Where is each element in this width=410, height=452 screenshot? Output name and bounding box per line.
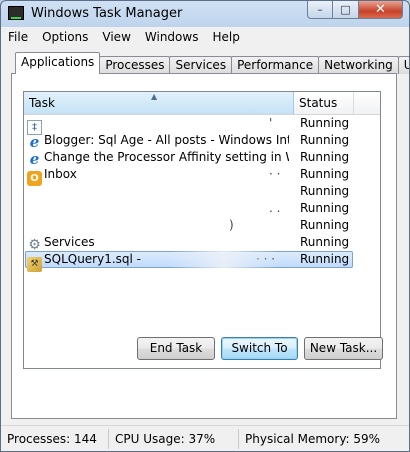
tab-users[interactable]: Users bbox=[397, 56, 409, 74]
task-row[interactable]: ) Running bbox=[24, 217, 380, 234]
task-row[interactable]: O Inbox · · Running bbox=[24, 166, 380, 186]
task-row[interactable]: e Change the Processor Affinity setting i… bbox=[24, 149, 380, 167]
caption-buttons: – □ ✕ bbox=[307, 1, 403, 19]
switch-to-button[interactable]: Switch To bbox=[221, 337, 298, 360]
column-header-filler bbox=[354, 92, 380, 114]
task-manager-app-icon bbox=[8, 6, 24, 20]
task-row[interactable]: ⚒SQLQuery1.sql -· · ·Running bbox=[24, 251, 380, 272]
redaction-blur bbox=[169, 251, 279, 268]
obscured-text-fragment: · · bbox=[269, 167, 281, 181]
status-cpu-usage: CPU Usage: 37% bbox=[109, 429, 239, 449]
task-cell: e Change the Processor Affinity setting i… bbox=[27, 149, 289, 167]
status-cell: Running bbox=[300, 235, 350, 249]
task-row[interactable]: e Blogger: Sql Age - All posts - Windows … bbox=[24, 132, 380, 150]
column-header-task[interactable]: ▲ Task bbox=[24, 92, 294, 114]
sql-icon: ⚒ bbox=[27, 257, 42, 272]
status-cell: Running bbox=[300, 252, 350, 266]
window-title: Windows Task Manager bbox=[31, 6, 183, 21]
close-button[interactable]: ✕ bbox=[359, 1, 403, 19]
list-header: ▲ Task Status bbox=[24, 92, 380, 115]
status-cell: Running bbox=[300, 218, 350, 232]
obscured-text-fragment: ' bbox=[269, 116, 273, 130]
tab-performance[interactable]: Performance bbox=[231, 56, 320, 74]
status-physical-memory: Physical Memory: 59% bbox=[245, 432, 381, 446]
sort-ascending-icon: ▲ bbox=[151, 92, 158, 101]
menu-file[interactable]: File bbox=[1, 27, 35, 47]
status-cell: Running bbox=[300, 201, 350, 215]
title-bar[interactable]: Windows Task Manager – □ ✕ bbox=[1, 1, 409, 27]
ie-icon: e bbox=[29, 133, 40, 150]
menu-bar: File Options View Windows Help bbox=[1, 27, 409, 47]
task-cell: e Blogger: Sql Age - All posts - Windows … bbox=[27, 132, 289, 150]
task-row[interactable]: ⚙ Services Running bbox=[24, 234, 380, 253]
task-manager-window: Windows Task Manager – □ ✕ File Options … bbox=[0, 0, 410, 452]
column-header-status-label: Status bbox=[299, 96, 338, 110]
obscured-text-fragment: . . bbox=[269, 201, 281, 215]
tab-networking[interactable]: Networking bbox=[318, 56, 399, 74]
status-cell: Running bbox=[300, 184, 350, 198]
status-cell: Running bbox=[300, 133, 350, 147]
obscured-text-fragment: ) bbox=[229, 218, 234, 232]
status-cell: Running bbox=[300, 150, 350, 164]
list-rows: ‡ ' Running e Blogger: Sql Age - All posts -… bbox=[24, 115, 380, 272]
tab-applications[interactable]: Applications bbox=[15, 52, 101, 74]
menu-options[interactable]: Options bbox=[35, 27, 95, 47]
menu-help[interactable]: Help bbox=[205, 27, 246, 47]
maximize-button[interactable]: □ bbox=[333, 1, 359, 19]
client-area: Applications Processes Services Performa… bbox=[1, 47, 409, 425]
tab-strip: Applications Processes Services Performa… bbox=[15, 52, 409, 74]
tab-services[interactable]: Services bbox=[169, 56, 233, 74]
menu-windows[interactable]: Windows bbox=[138, 27, 206, 47]
task-name: Change the Processor Affinity setting in… bbox=[44, 150, 289, 164]
ie-icon: e bbox=[29, 150, 40, 167]
task-row[interactable]: . . Running bbox=[24, 200, 380, 217]
task-name: SQLQuery1.sql - bbox=[44, 252, 142, 266]
menu-view[interactable]: View bbox=[95, 27, 137, 47]
task-name: Blogger: Sql Age - All posts - Windows I… bbox=[44, 133, 289, 147]
status-cell: Running bbox=[300, 167, 350, 181]
status-bar: Processes: 144 CPU Usage: 37% Physical M… bbox=[1, 425, 409, 451]
new-task-button[interactable]: New Task... bbox=[304, 337, 383, 360]
column-header-status[interactable]: Status bbox=[294, 92, 354, 114]
column-header-task-label: Task bbox=[29, 96, 55, 110]
status-processes: Processes: 144 bbox=[1, 429, 109, 449]
applications-list[interactable]: ▲ Task Status ‡ ' Running e Blogger: Sql Age… bbox=[23, 91, 381, 369]
tab-processes[interactable]: Processes bbox=[99, 56, 171, 74]
status-cell: Running bbox=[300, 116, 350, 130]
task-name: Inbox bbox=[44, 167, 77, 181]
task-row[interactable]: ‡ ' Running bbox=[24, 115, 380, 135]
task-name: Services bbox=[44, 235, 95, 249]
minimize-button[interactable]: – bbox=[307, 1, 333, 19]
task-row[interactable]: Running bbox=[24, 183, 380, 200]
end-task-button[interactable]: End Task bbox=[137, 337, 215, 360]
